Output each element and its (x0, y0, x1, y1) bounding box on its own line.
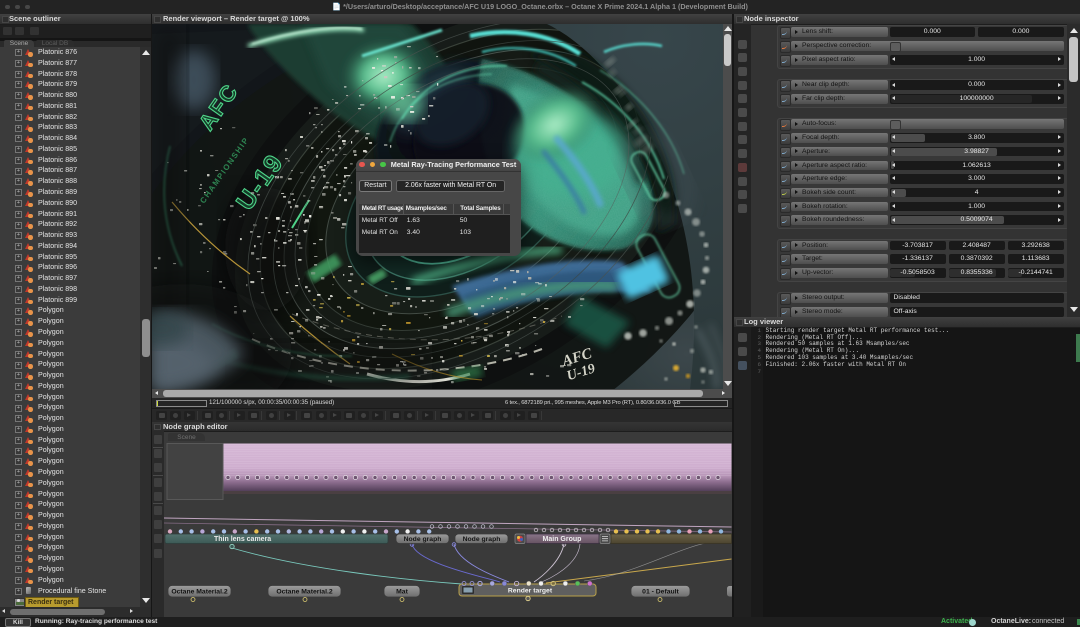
svg-text:Thin lens camera: Thin lens camera (214, 536, 271, 543)
svg-text:Render target: Render target (508, 588, 553, 595)
svg-text:Octane Material.2: Octane Material.2 (171, 589, 228, 596)
svg-text:Node graph: Node graph (463, 536, 501, 543)
svg-text:Node graph: Node graph (404, 536, 442, 543)
svg-text:Main Group: Main Group (543, 536, 582, 543)
svg-text:Mat: Mat (396, 589, 408, 596)
svg-text:01 - Default: 01 - Default (642, 589, 679, 596)
svg-text:Octane Material.2: Octane Material.2 (276, 589, 333, 596)
